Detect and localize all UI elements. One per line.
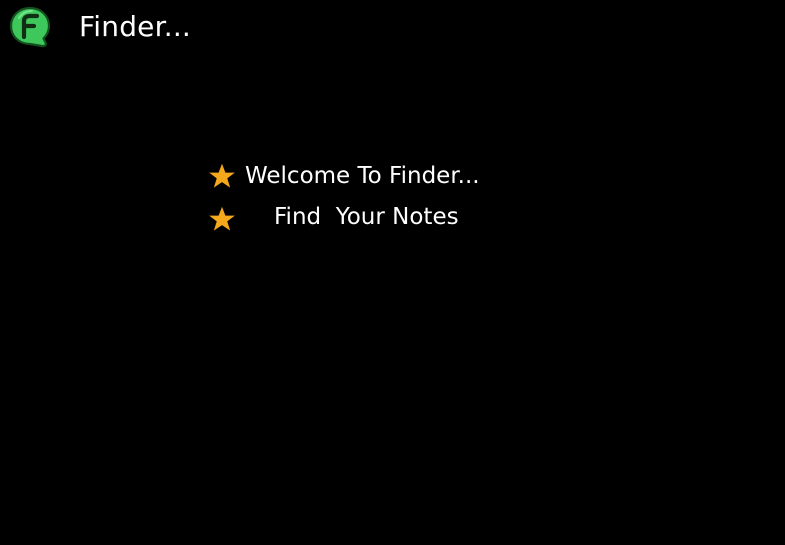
- find-notes-message: Find Your Notes: [274, 204, 459, 230]
- app-header: Finder...: [0, 0, 785, 56]
- star-icon: [208, 162, 236, 190]
- list-item: Welcome To Finder...: [208, 158, 528, 199]
- app-window: Finder... Welcome To Finder... Find Your…: [0, 0, 785, 545]
- app-title: Finder...: [79, 10, 192, 43]
- list-item: Find Your Notes: [208, 199, 528, 240]
- star-icon: [208, 205, 236, 233]
- finder-logo-icon[interactable]: [9, 6, 51, 48]
- welcome-list: Welcome To Finder... Find Your Notes: [208, 158, 528, 240]
- welcome-message: Welcome To Finder...: [245, 163, 480, 189]
